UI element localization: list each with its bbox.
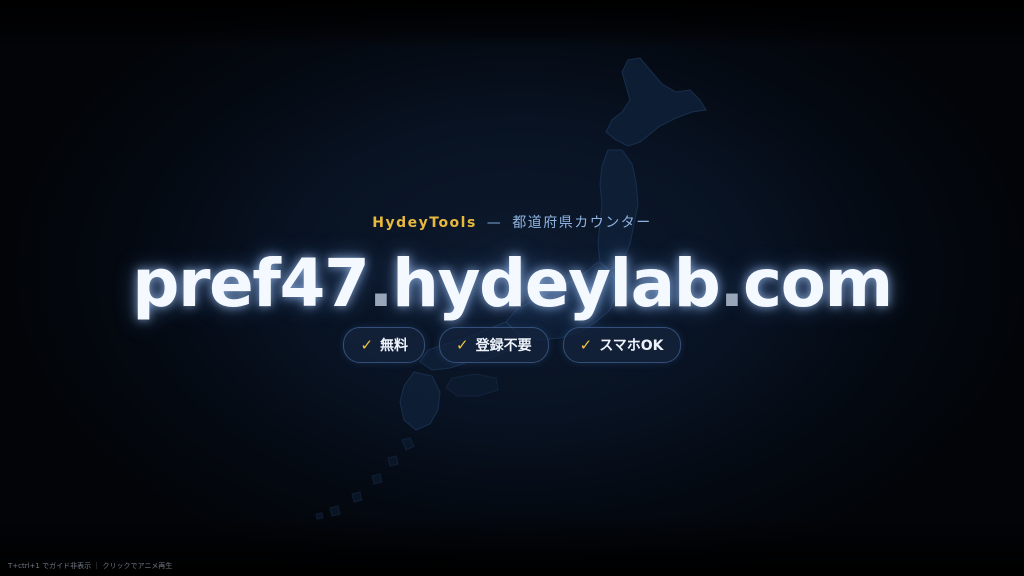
- brand-name: HydeyTools: [372, 215, 477, 231]
- map-region-okinawa-4: [351, 491, 363, 503]
- keyboard-hint: T+ctrl+1 でガイド非表示 ｜ クリックでアニメ再生: [8, 562, 173, 570]
- check-icon: ✓: [456, 336, 469, 354]
- map-region-okinawa-5: [329, 505, 341, 517]
- check-icon: ✓: [360, 336, 374, 354]
- domain-title: pref47.hydeylab.com: [0, 240, 1024, 328]
- brand-line: HydeyTools — 都道府県カウンター: [0, 212, 1024, 232]
- map-region-okinawa-2: [387, 455, 399, 467]
- badge-no-registration: ✓ 登録不要: [439, 327, 549, 363]
- map-region-okinawa-3: [371, 473, 383, 485]
- map-region-kyushu: [399, 371, 441, 431]
- badge-free: ✓ 無料: [343, 327, 426, 363]
- check-icon: ✓: [579, 336, 593, 354]
- title-screen[interactable]: HydeyTools — 都道府県カウンター pref47.hydeylab.c…: [0, 0, 1024, 576]
- badge-smartphone-ok: ✓ スマホOK: [562, 327, 681, 363]
- domain-part-hydeylab: hydeylab: [391, 245, 721, 322]
- brand-separator: —: [486, 215, 503, 231]
- map-region-shikoku: [445, 373, 499, 397]
- badge-smartphone-ok-label: スマホOK: [599, 338, 664, 354]
- domain-part-com: com: [742, 245, 893, 322]
- badge-free-label: 無料: [380, 338, 409, 354]
- brand-subtitle: 都道府県カウンター: [512, 215, 652, 231]
- domain-dot-1: .: [368, 245, 393, 322]
- map-region-hokkaido: [605, 57, 707, 147]
- domain-part-pref47: pref47: [132, 245, 370, 322]
- top-vignette: [0, 0, 1024, 48]
- domain-dot-2: .: [719, 245, 744, 322]
- map-region-okinawa-1: [401, 437, 415, 451]
- badge-no-registration-label: 登録不要: [475, 338, 532, 354]
- feature-badges: ✓ 無料 ✓ 登録不要 ✓ スマホOK: [0, 327, 1024, 363]
